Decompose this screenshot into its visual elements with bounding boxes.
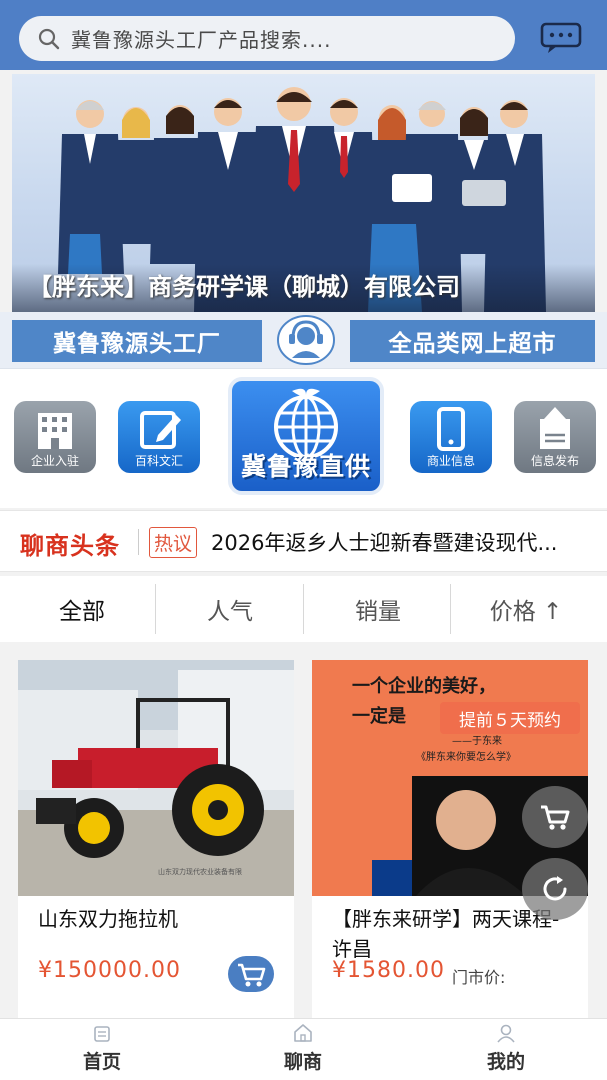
nav-shop-label: 聊商 [283,1051,322,1073]
market-price-label: 门市价: [452,968,506,987]
enterprise-join-label: 企业入驻 [30,454,79,468]
tractor-photo: 山东双力现代农业装备有限 [18,660,294,896]
cart-icon [541,805,570,830]
product-image: 山东双力现代农业装备有限 [18,660,294,896]
home-icon [94,1026,110,1042]
building-icon [38,413,72,449]
user-icon [497,1024,515,1043]
info-publish-button[interactable]: 信息发布 [514,401,596,473]
nav-profile-label: 我的 [486,1051,525,1073]
tab-all[interactable]: 全部 [8,576,156,642]
nav-home[interactable]: 首页 [42,1019,162,1080]
shop-icon [294,1024,312,1042]
tab-sales[interactable]: 销量 [304,576,452,642]
floating-refresh-button[interactable] [522,858,588,920]
poster-line-2: 一定是 [352,705,406,727]
news-title: 聊商头条 [20,531,120,560]
business-info-label: 商业信息 [426,454,475,468]
customer-service-icon[interactable] [276,314,336,366]
nav-shop[interactable]: 聊商 [243,1019,363,1080]
upload-doc-icon [540,407,570,449]
product-name: 山东双力拖拉机 [38,907,178,931]
tab-popularity[interactable]: 人气 [156,576,304,642]
poster-line-1: 一个企业的美好， [352,675,496,697]
direct-supply-button[interactable]: 冀鲁豫直供 [228,377,384,495]
refresh-icon [543,876,567,901]
product-price: ¥1580.00 [332,958,445,983]
tab-price[interactable]: 价格 ↑ [452,576,600,642]
edit-icon [140,411,181,449]
encyclopedia-button[interactable]: 百科文汇 [118,401,200,473]
search-icon [38,28,60,49]
info-publish-label: 信息发布 [530,454,579,468]
news-divider [138,529,139,555]
sort-tabs: 全部 人气 销量 价格 ↑ [0,576,607,642]
promo-banner[interactable]: 【胖东来】商务研学课（聊城）有限公司 [12,74,595,312]
product-card[interactable]: 山东双力现代农业装备有限 山东双力拖拉机 ¥150000.00 [18,660,294,1020]
news-ticker[interactable]: 聊商头条 热议 2026年返乡人士迎新春暨建设现代... [0,510,607,572]
banner-caption: 【胖东来】商务研学课（聊城）有限公司 [28,273,460,301]
poster-book: 《胖东来你要怎么学》 [416,750,516,763]
tab-divider [450,584,451,634]
floating-cart-button[interactable] [522,786,588,848]
online-supermarket-button[interactable]: 全品类网上超市 [350,320,595,362]
business-info-button[interactable]: 商业信息 [410,401,492,473]
top-header: 冀鲁豫源头工厂产品搜索.... [0,0,607,70]
phone-icon [437,407,465,451]
direct-supply-label: 冀鲁豫直供 [240,452,371,481]
nav-home-label: 首页 [82,1051,121,1073]
hot-tag: 热议 [149,527,198,558]
news-headline[interactable]: 2026年返乡人士迎新春暨建设现代... [211,527,601,557]
message-icon[interactable] [540,22,582,54]
search-placeholder: 冀鲁豫源头工厂产品搜索.... [71,28,332,52]
poster-quote: ——于东来 [452,734,502,747]
image-watermark: 山东双力现代农业装备有限 [158,867,242,876]
source-factory-button[interactable]: 冀鲁豫源头工厂 [12,320,262,362]
add-to-cart-button[interactable] [228,956,274,992]
quick-entry-row: 企业入驻 百科文汇 冀鲁豫直供 商业信息 信息发布 [0,368,607,508]
bottom-navigation: 首页 聊商 我的 [0,1018,607,1080]
cart-icon [238,963,266,987]
nav-profile[interactable]: 我的 [446,1019,566,1080]
product-price: ¥150000.00 [38,958,181,983]
reservation-tag: 提前５天预约 [440,702,580,734]
search-bar[interactable]: 冀鲁豫源头工厂产品搜索.... [19,16,515,61]
enterprise-join-button[interactable]: 企业入驻 [14,401,96,473]
banner-caption-bar: 【胖东来】商务研学课（聊城）有限公司 [12,264,595,312]
encyclopedia-label: 百科文汇 [134,454,183,468]
